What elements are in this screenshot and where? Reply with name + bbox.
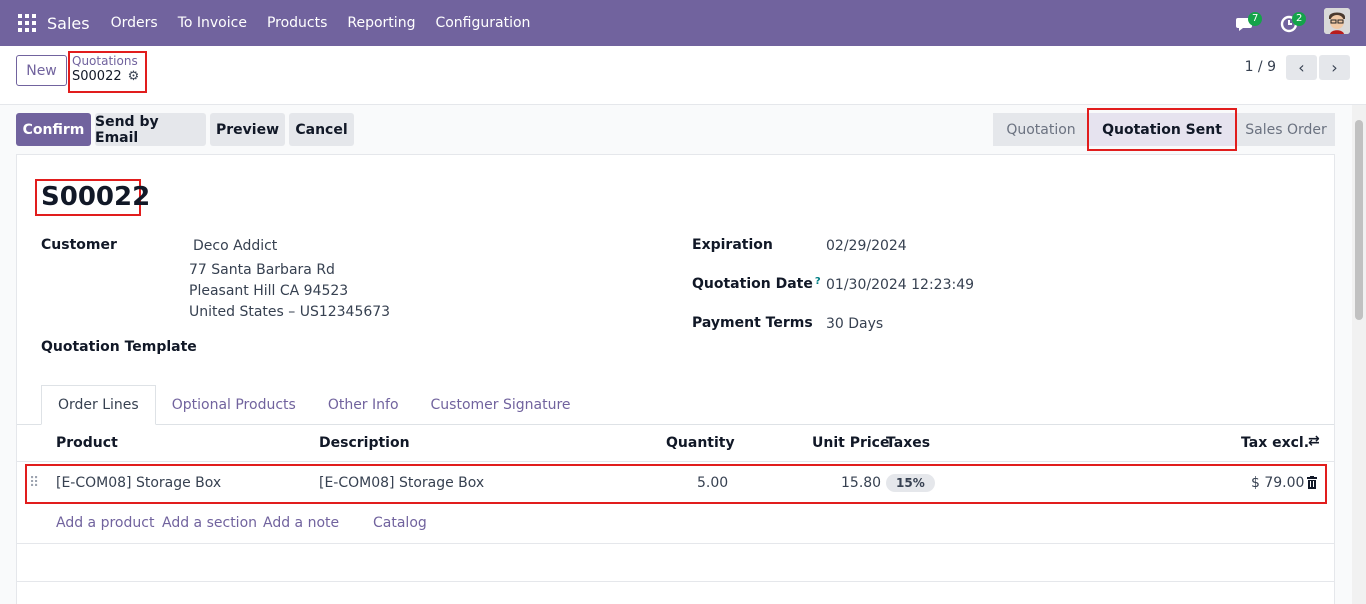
chevron-right-icon: › bbox=[1331, 58, 1338, 77]
top-navbar: Sales Orders To Invoice Products Reporti… bbox=[0, 0, 1366, 46]
messages-icon[interactable]: 7 bbox=[1236, 10, 1263, 32]
optional-columns-icon[interactable]: ⇄ bbox=[1308, 433, 1320, 449]
add-section-link[interactable]: Add a section bbox=[162, 515, 257, 531]
status-bar: Confirm Send by Email Preview Cancel Quo… bbox=[0, 105, 1352, 153]
trash-icon[interactable] bbox=[1306, 476, 1318, 493]
customer-address-line-3: United States – US12345673 bbox=[189, 304, 391, 320]
totals-divider bbox=[17, 581, 1334, 582]
pager-previous-button[interactable]: ‹ bbox=[1286, 55, 1317, 80]
column-taxes[interactable]: Taxes bbox=[886, 435, 930, 451]
quotation-date-label: Quotation Date? bbox=[692, 276, 821, 292]
menu-reporting[interactable]: Reporting bbox=[347, 15, 415, 31]
menu-configuration[interactable]: Configuration bbox=[435, 15, 530, 31]
payment-terms-value[interactable]: 30 Days bbox=[826, 316, 883, 332]
scrollbar-thumb[interactable] bbox=[1355, 120, 1363, 320]
tab-order-lines[interactable]: Order Lines bbox=[41, 385, 156, 425]
payment-terms-label: Payment Terms bbox=[692, 315, 813, 331]
expiration-label: Expiration bbox=[692, 237, 773, 253]
activities-badge: 2 bbox=[1292, 12, 1307, 26]
column-description[interactable]: Description bbox=[319, 435, 410, 451]
breadcrumb: Quotations S00022 ⚙ bbox=[68, 51, 147, 93]
customer-name[interactable]: Deco Addict bbox=[193, 238, 277, 254]
customer-address-line-2: Pleasant Hill CA 94523 bbox=[189, 283, 349, 299]
confirm-button[interactable]: Confirm bbox=[16, 113, 91, 146]
drag-handle-icon[interactable]: ⠿ bbox=[29, 475, 39, 491]
row-subtotal: $ 79.00 bbox=[1251, 475, 1305, 491]
column-unit-price[interactable]: Unit Price bbox=[812, 435, 889, 451]
breadcrumb-quotations-link[interactable]: Quotations bbox=[72, 55, 145, 68]
column-tax-excl[interactable]: Tax excl. bbox=[1241, 435, 1309, 451]
new-button[interactable]: New bbox=[16, 55, 67, 86]
quotation-date-label-text: Quotation Date bbox=[692, 276, 813, 292]
tab-other-info[interactable]: Other Info bbox=[312, 385, 415, 425]
user-avatar[interactable] bbox=[1324, 8, 1350, 34]
page-scrollbar[interactable] bbox=[1352, 105, 1366, 604]
stage-quotation-sent[interactable]: Quotation Sent bbox=[1089, 113, 1235, 146]
customer-address-line-1: 77 Santa Barbara Rd bbox=[189, 262, 335, 278]
add-product-link[interactable]: Add a product bbox=[56, 515, 154, 531]
gear-icon[interactable]: ⚙ bbox=[128, 68, 140, 85]
row-quantity[interactable]: 5.00 bbox=[697, 475, 728, 491]
catalog-link[interactable]: Catalog bbox=[373, 515, 427, 531]
messages-badge: 7 bbox=[1248, 12, 1263, 26]
menu-orders[interactable]: Orders bbox=[111, 15, 158, 31]
menu-products[interactable]: Products bbox=[267, 15, 327, 31]
control-panel: New Quotations S00022 ⚙ 1 / 9 ‹ › bbox=[0, 46, 1366, 105]
quotation-date-value[interactable]: 01/30/2024 12:23:49 bbox=[826, 277, 974, 293]
help-icon[interactable]: ? bbox=[815, 276, 821, 287]
row-description[interactable]: [E-COM08] Storage Box bbox=[319, 475, 484, 491]
row-tax-badge[interactable]: 15% bbox=[886, 474, 935, 492]
expiration-value[interactable]: 02/29/2024 bbox=[826, 238, 907, 254]
chevron-left-icon: ‹ bbox=[1298, 58, 1305, 77]
stage-sales-order[interactable]: Sales Order bbox=[1237, 113, 1335, 146]
table-footer-divider bbox=[17, 543, 1334, 544]
notebook-tabs: Order Lines Optional Products Other Info… bbox=[41, 385, 587, 425]
table-header-divider bbox=[17, 461, 1334, 462]
tab-customer-signature[interactable]: Customer Signature bbox=[415, 385, 587, 425]
column-product[interactable]: Product bbox=[56, 435, 118, 451]
menu-to-invoice[interactable]: To Invoice bbox=[178, 15, 247, 31]
stage-quotation[interactable]: Quotation bbox=[993, 113, 1089, 146]
pager-value[interactable]: 1 / 9 bbox=[1245, 59, 1276, 75]
send-by-email-button[interactable]: Send by Email bbox=[95, 113, 206, 146]
row-unit-price[interactable]: 15.80 bbox=[841, 475, 881, 491]
apps-menu-icon[interactable] bbox=[18, 14, 36, 32]
preview-button[interactable]: Preview bbox=[210, 113, 285, 146]
activities-icon[interactable]: 2 bbox=[1280, 10, 1307, 33]
pager-next-button[interactable]: › bbox=[1319, 55, 1350, 80]
breadcrumb-current-label: S00022 bbox=[72, 69, 122, 84]
cancel-button[interactable]: Cancel bbox=[289, 113, 354, 146]
order-name: S00022 bbox=[35, 179, 150, 216]
tab-optional-products[interactable]: Optional Products bbox=[156, 385, 312, 425]
row-product[interactable]: [E-COM08] Storage Box bbox=[56, 475, 221, 491]
column-quantity[interactable]: Quantity bbox=[666, 435, 735, 451]
app-brand[interactable]: Sales bbox=[47, 14, 90, 33]
customer-label: Customer bbox=[41, 237, 117, 253]
form-sheet: S00022 Customer Deco Addict 77 Santa Bar… bbox=[16, 154, 1335, 604]
quotation-template-label: Quotation Template bbox=[41, 339, 197, 355]
add-note-link[interactable]: Add a note bbox=[263, 515, 339, 531]
breadcrumb-current: S00022 ⚙ bbox=[72, 68, 145, 85]
